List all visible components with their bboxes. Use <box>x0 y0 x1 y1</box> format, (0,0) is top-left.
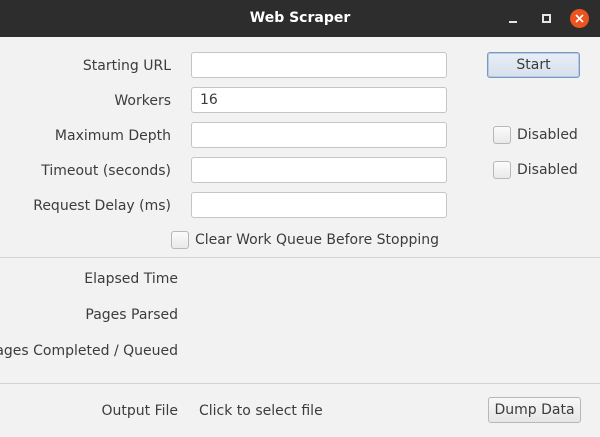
checkbox-label: Disabled <box>517 162 578 178</box>
close-icon <box>575 14 584 23</box>
workers-label: Workers <box>114 93 171 109</box>
clear-queue-checkbox[interactable]: Clear Work Queue Before Stopping <box>171 231 439 249</box>
start-button[interactable]: Start <box>487 52 580 78</box>
max-depth-label: Maximum Depth <box>54 128 171 144</box>
checkbox-label: Disabled <box>517 127 578 143</box>
output-file-selector[interactable]: Click to select file <box>199 402 323 420</box>
minimize-icon <box>508 20 517 23</box>
checkbox-box[interactable] <box>493 161 511 179</box>
maximize-icon <box>542 14 551 23</box>
elapsed-time-label: Elapsed Time <box>84 271 178 287</box>
checkbox-box[interactable] <box>171 231 189 249</box>
clear-queue-label: Clear Work Queue Before Stopping <box>195 232 439 248</box>
title-bar: Web Scraper <box>0 0 600 37</box>
dump-data-button[interactable]: Dump Data <box>488 397 581 423</box>
checkbox-box[interactable] <box>493 126 511 144</box>
divider <box>0 257 600 258</box>
timeout-label: Timeout (seconds) <box>41 163 171 179</box>
max-depth-input[interactable] <box>191 122 447 148</box>
pages-completed-label: Pages Completed / Queued <box>0 343 178 359</box>
workers-input[interactable] <box>191 87 447 113</box>
close-button[interactable] <box>570 9 589 28</box>
minimize-button[interactable] <box>503 9 522 28</box>
starting-url-input[interactable] <box>191 52 447 78</box>
pages-parsed-label: Pages Parsed <box>85 307 178 323</box>
output-file-label: Output File <box>101 403 178 419</box>
timeout-input[interactable] <box>191 157 447 183</box>
request-delay-input[interactable] <box>191 192 447 218</box>
request-delay-label: Request Delay (ms) <box>33 198 171 214</box>
maximize-button[interactable] <box>537 9 556 28</box>
starting-url-label: Starting URL <box>82 58 171 74</box>
divider <box>0 383 600 384</box>
max-depth-disabled-checkbox[interactable]: Disabled <box>493 126 578 144</box>
timeout-disabled-checkbox[interactable]: Disabled <box>493 161 578 179</box>
